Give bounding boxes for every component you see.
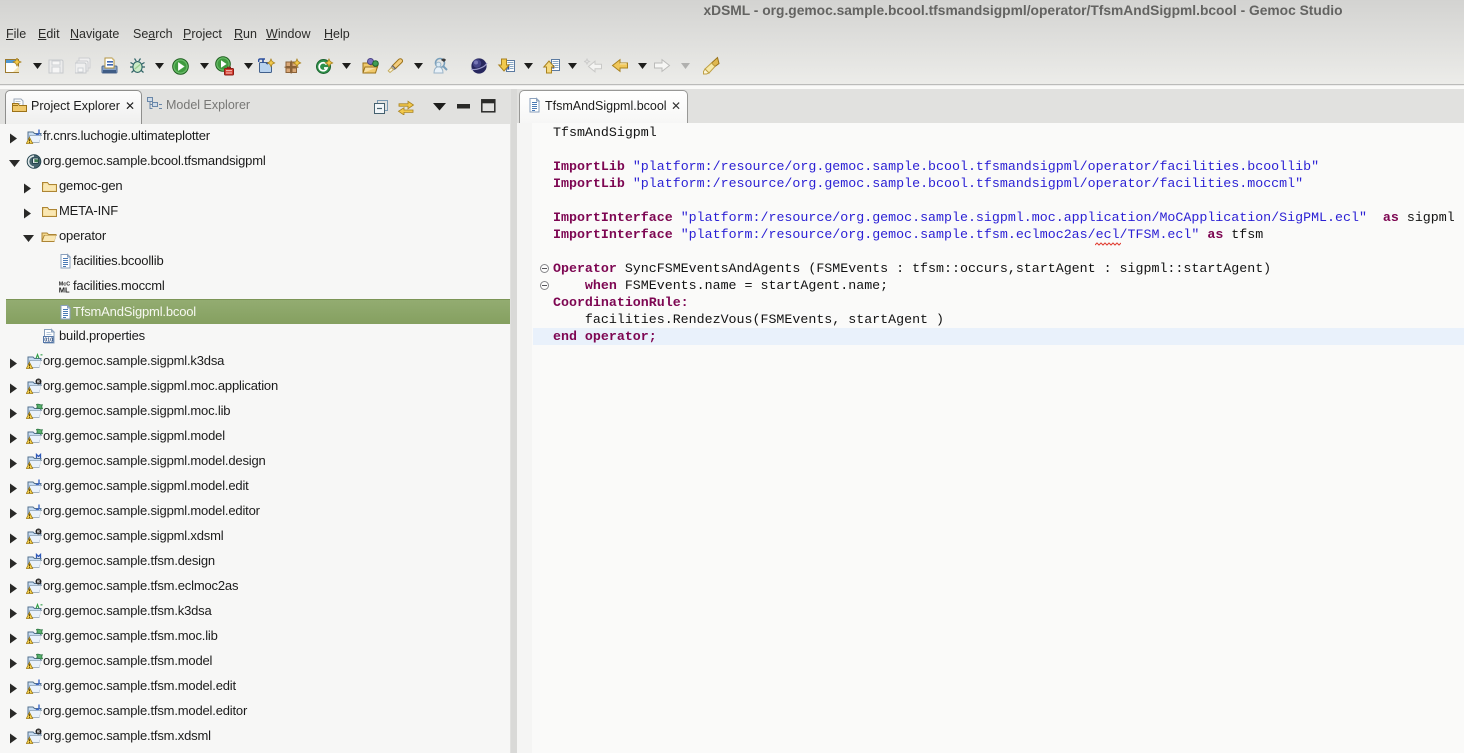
svg-text:ML: ML [59, 286, 70, 295]
svg-text:010: 010 [44, 338, 53, 344]
